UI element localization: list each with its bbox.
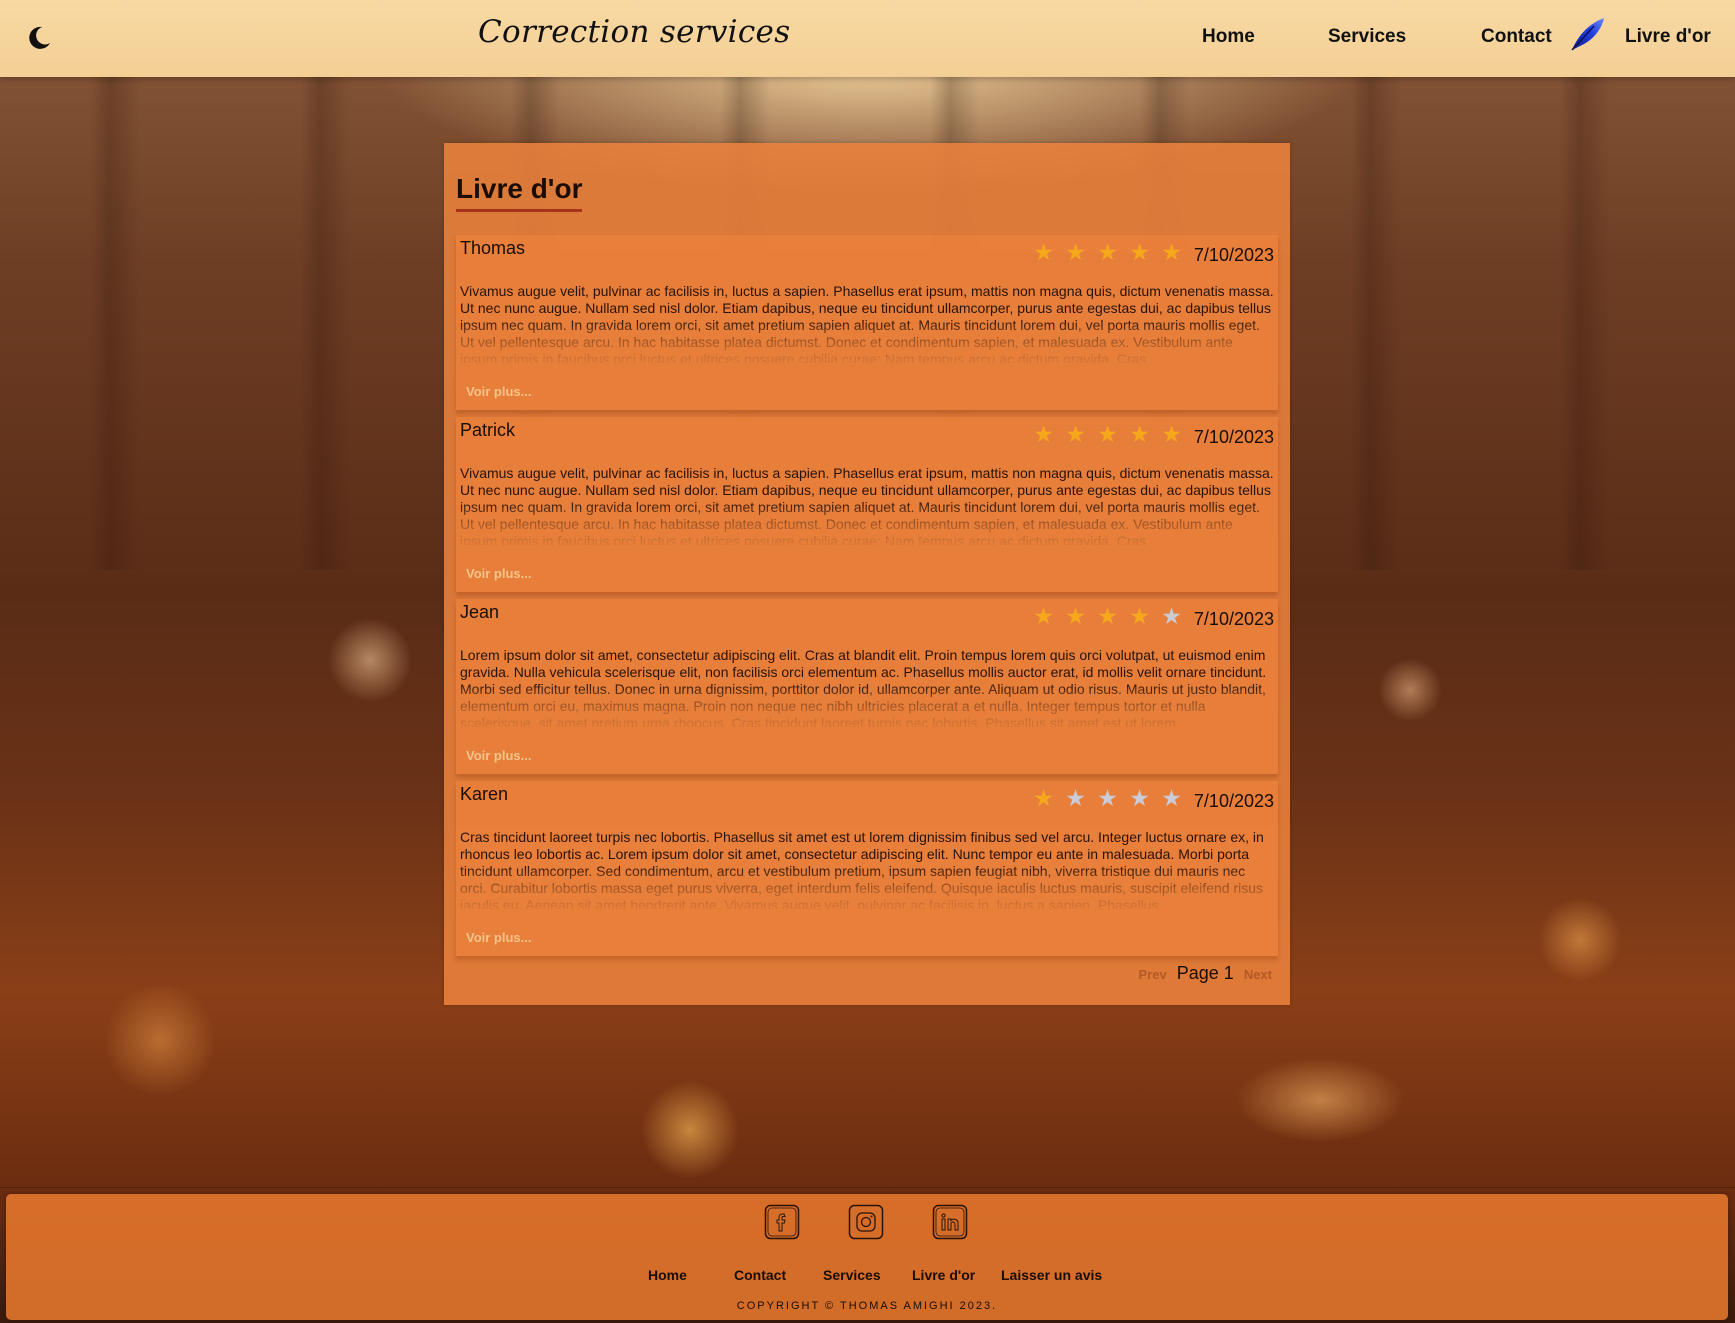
instagram-icon[interactable] <box>848 1204 884 1240</box>
see-more-link[interactable]: Voir plus... <box>466 748 532 763</box>
review-date: 7/10/2023 <box>1193 609 1274 629</box>
page-title: Livre d'or <box>456 173 583 212</box>
footer-divider <box>0 1187 1735 1188</box>
review-date: 7/10/2023 <box>1193 791 1274 811</box>
star-icon: ★ <box>1033 239 1054 265</box>
footer-link-services[interactable]: Services <box>823 1267 881 1283</box>
footer: Home Contact Services Livre d'or Laisser… <box>6 1194 1728 1320</box>
reviewer-name: Patrick <box>460 420 516 440</box>
star-icon: ★ <box>1065 421 1086 447</box>
page-indicator: Page 1 <box>1176 963 1234 983</box>
nav-contact[interactable]: Contact <box>1481 26 1552 48</box>
nav-guestbook[interactable]: Livre d'or <box>1625 26 1711 48</box>
review-text: Vivamus augue velit, pulvinar ac facilis… <box>460 465 1274 545</box>
star-icon: ★ <box>1161 239 1182 265</box>
footer-link-guestbook[interactable]: Livre d'or <box>912 1267 975 1283</box>
star-icon: ★ <box>1033 603 1054 629</box>
facebook-icon[interactable] <box>764 1204 800 1240</box>
nav-services[interactable]: Services <box>1328 26 1406 48</box>
top-navbar: Correction services Home Services Contac… <box>0 0 1735 77</box>
brand-logo[interactable]: Correction services <box>478 14 790 50</box>
guestbook-card: Livre d'or Thomas ★ ★ ★ ★ ★ 7/10/2023 Vivamu… <box>444 143 1290 1005</box>
reviewer-name: Jean <box>460 602 500 622</box>
star-rating: ★ ★ ★ ★ ★ <box>1032 240 1183 264</box>
star-icon: ★ <box>1097 785 1118 811</box>
review-card: Patrick ★ ★ ★ ★ ★ 7/10/2023 Vivamus augue ve… <box>456 417 1278 592</box>
star-icon: ★ <box>1065 603 1086 629</box>
nav-home[interactable]: Home <box>1202 26 1255 48</box>
star-icon: ★ <box>1033 421 1054 447</box>
feather-icon <box>1571 18 1604 51</box>
review-card: Jean ★ ★ ★ ★ ★ 7/10/2023 Lorem ipsum dolor s… <box>456 599 1278 774</box>
star-rating: ★ ★ ★ ★ ★ <box>1032 422 1183 446</box>
star-rating: ★ ★ ★ ★ ★ <box>1032 786 1183 810</box>
prev-page-button[interactable]: Prev <box>1139 967 1167 982</box>
next-page-button[interactable]: Next <box>1244 967 1272 982</box>
star-icon: ★ <box>1161 785 1182 811</box>
moon-icon[interactable] <box>26 25 52 51</box>
review-date: 7/10/2023 <box>1193 427 1274 447</box>
see-more-link[interactable]: Voir plus... <box>466 566 532 581</box>
pagination: Prev Page 1 Next <box>1139 963 1272 984</box>
star-icon: ★ <box>1129 603 1150 629</box>
star-icon: ★ <box>1097 421 1118 447</box>
linkedin-icon[interactable] <box>932 1204 968 1240</box>
copyright-text: COPYRIGHT © THOMAS AMIGHI 2023. <box>736 1300 998 1312</box>
star-icon: ★ <box>1097 603 1118 629</box>
review-text: Lorem ipsum dolor sit amet, consectetur … <box>460 647 1267 727</box>
review-text: Cras tincidunt laoreet turpis nec lobort… <box>460 829 1264 909</box>
star-icon: ★ <box>1129 239 1150 265</box>
review-card: Thomas ★ ★ ★ ★ ★ 7/10/2023 Vivamus augue vel… <box>456 235 1278 410</box>
star-icon: ★ <box>1097 239 1118 265</box>
see-more-link[interactable]: Voir plus... <box>466 384 532 399</box>
star-rating: ★ ★ ★ ★ ★ <box>1032 604 1183 628</box>
footer-link-home[interactable]: Home <box>648 1267 687 1283</box>
star-icon: ★ <box>1161 603 1182 629</box>
reviewer-name: Karen <box>460 784 509 804</box>
footer-link-leave-review[interactable]: Laisser un avis <box>1001 1267 1102 1283</box>
review-card: Karen ★ ★ ★ ★ ★ 7/10/2023 Cras tincidunt lao… <box>456 781 1278 956</box>
footer-link-contact[interactable]: Contact <box>734 1267 786 1283</box>
review-text: Vivamus augue velit, pulvinar ac facilis… <box>460 283 1274 363</box>
star-icon: ★ <box>1161 421 1182 447</box>
star-icon: ★ <box>1129 421 1150 447</box>
star-icon: ★ <box>1065 785 1086 811</box>
star-icon: ★ <box>1129 785 1150 811</box>
star-icon: ★ <box>1065 239 1086 265</box>
see-more-link[interactable]: Voir plus... <box>466 930 532 945</box>
review-date: 7/10/2023 <box>1193 245 1274 265</box>
reviewer-name: Thomas <box>460 238 526 258</box>
star-icon: ★ <box>1033 785 1054 811</box>
